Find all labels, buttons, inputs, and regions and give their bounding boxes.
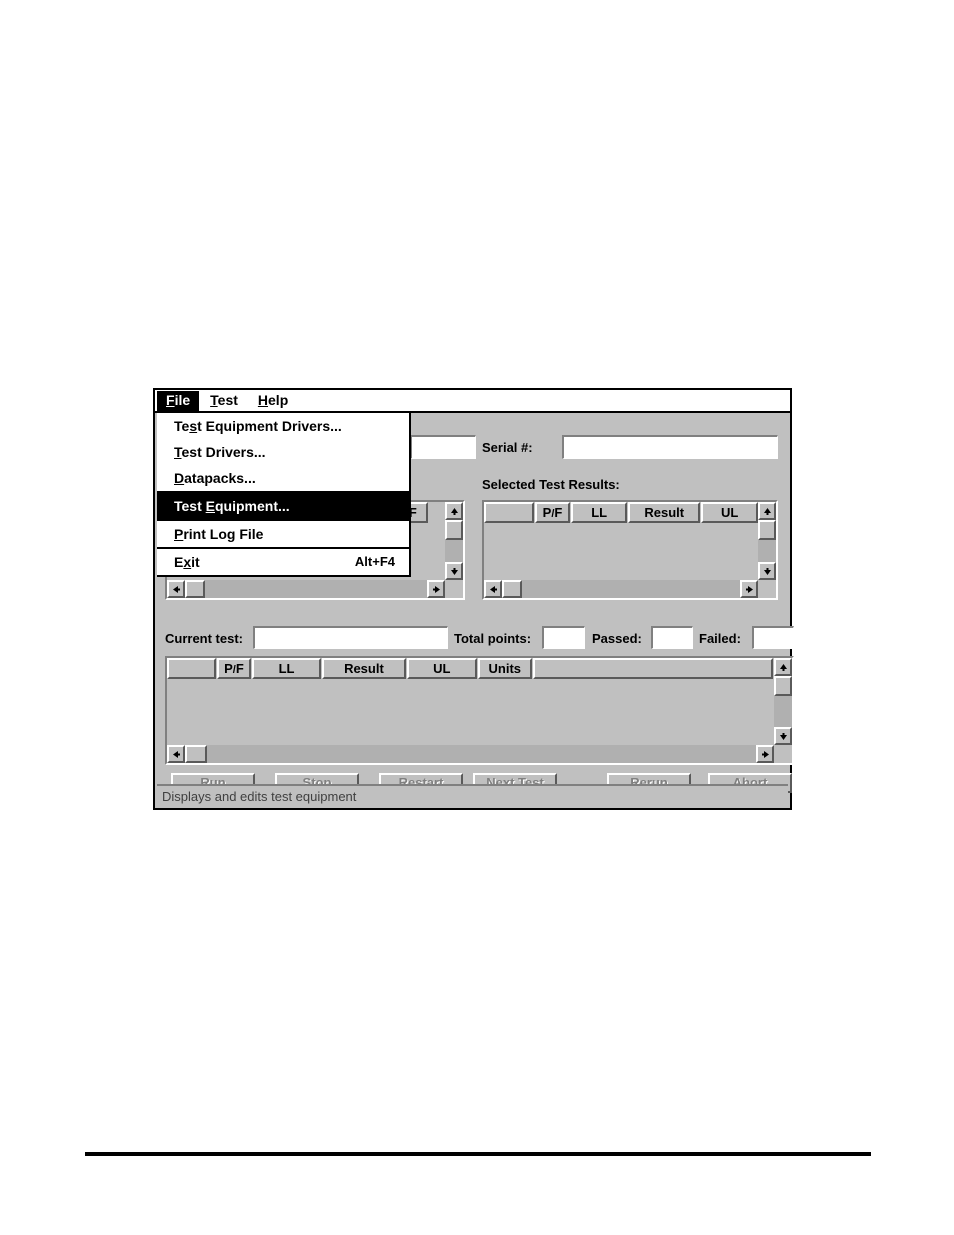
selected-test-results-label: Selected Test Results: bbox=[482, 477, 620, 492]
menu-item-exit[interactable]: Exit Alt+F4 bbox=[157, 547, 409, 575]
current-test-grid: P/F LL Result UL Units bbox=[165, 656, 794, 765]
selected-test-results-grid: P/F LL Result UL bbox=[482, 500, 778, 600]
hscroll-thumb[interactable] bbox=[185, 745, 207, 763]
passed-field[interactable] bbox=[651, 626, 693, 649]
hscroll-track[interactable] bbox=[167, 745, 774, 763]
current-col-pf[interactable]: P/F bbox=[216, 658, 252, 679]
current-col-units[interactable]: Units bbox=[477, 658, 533, 679]
current-col-filler[interactable] bbox=[533, 658, 773, 679]
scroll-down-icon[interactable] bbox=[774, 727, 792, 745]
hscroll-thumb[interactable] bbox=[185, 580, 205, 598]
current-test-field[interactable] bbox=[253, 626, 448, 649]
results-col-result[interactable]: Result bbox=[627, 502, 701, 523]
scroll-left-icon[interactable] bbox=[167, 745, 185, 763]
hscroll-thumb[interactable] bbox=[502, 580, 522, 598]
selected-results-grid-header: P/F LL Result UL bbox=[484, 502, 759, 523]
current-test-vscrollbar[interactable] bbox=[774, 658, 792, 745]
scroll-up-icon[interactable] bbox=[774, 658, 792, 676]
selected-results-vscrollbar[interactable] bbox=[758, 502, 776, 580]
failed-label: Failed: bbox=[699, 631, 741, 646]
serial-field[interactable] bbox=[562, 435, 778, 459]
results-col-ll[interactable]: LL bbox=[571, 502, 627, 523]
current-col-ll[interactable]: LL bbox=[252, 658, 321, 679]
hscroll-track[interactable] bbox=[167, 580, 445, 598]
results-col-pf[interactable]: P/F bbox=[534, 502, 571, 523]
scroll-right-icon[interactable] bbox=[756, 745, 774, 763]
test-list-vscrollbar[interactable] bbox=[445, 502, 463, 580]
status-bar: Displays and edits test equipment bbox=[157, 784, 788, 806]
menu-item-datapacks[interactable]: Datapacks... bbox=[157, 465, 409, 491]
test-list-hscrollbar[interactable] bbox=[167, 580, 445, 598]
current-col-ul[interactable]: UL bbox=[407, 658, 477, 679]
total-points-label: Total points: bbox=[454, 631, 532, 646]
vscroll-thumb[interactable] bbox=[774, 676, 792, 696]
menu-item-test-equipment[interactable]: Test Equipment... bbox=[157, 491, 409, 519]
scroll-right-icon[interactable] bbox=[740, 580, 758, 598]
current-test-hscrollbar[interactable] bbox=[167, 745, 774, 763]
current-test-grid-header: P/F LL Result UL Units bbox=[167, 658, 774, 679]
menu-item-test-equipment-drivers[interactable]: Test Equipment Drivers... bbox=[157, 413, 409, 439]
hscroll-track[interactable] bbox=[484, 580, 758, 598]
total-points-field[interactable] bbox=[542, 626, 585, 649]
failed-field[interactable] bbox=[752, 626, 794, 649]
menu-accel-exit: Alt+F4 bbox=[354, 554, 395, 569]
scroll-up-icon[interactable] bbox=[758, 502, 776, 520]
menubar-item-help[interactable]: Help bbox=[249, 391, 297, 411]
file-dropdown-menu: Test Equipment Drivers... Test Drivers..… bbox=[157, 413, 411, 577]
passed-label: Passed: bbox=[592, 631, 642, 646]
selected-results-hscrollbar[interactable] bbox=[484, 580, 758, 598]
status-bar-text: Displays and edits test equipment bbox=[162, 789, 357, 804]
results-col-blank[interactable] bbox=[484, 502, 534, 523]
menu-item-test-drivers[interactable]: Test Drivers... bbox=[157, 439, 409, 465]
scroll-right-icon[interactable] bbox=[427, 580, 445, 598]
serial-label: Serial #: bbox=[482, 440, 533, 455]
scroll-left-icon[interactable] bbox=[167, 580, 185, 598]
menubar-item-test[interactable]: Test bbox=[201, 391, 247, 411]
vscroll-thumb[interactable] bbox=[445, 520, 463, 540]
scroll-left-icon[interactable] bbox=[484, 580, 502, 598]
scroll-down-icon[interactable] bbox=[758, 562, 776, 580]
menu-item-print-log-file[interactable]: Print Log File bbox=[157, 519, 409, 547]
page-footer-rule bbox=[85, 1152, 871, 1156]
test-executive-window: File Test Help Test Equipment Drivers...… bbox=[153, 388, 794, 810]
results-col-ul[interactable]: UL bbox=[701, 502, 759, 523]
current-col-result[interactable]: Result bbox=[321, 658, 407, 679]
vscroll-thumb[interactable] bbox=[758, 520, 776, 540]
scroll-down-icon[interactable] bbox=[445, 562, 463, 580]
model-field[interactable] bbox=[410, 435, 476, 459]
current-test-label: Current test: bbox=[165, 631, 244, 646]
menubar-item-file[interactable]: File bbox=[157, 390, 200, 411]
current-col-blank[interactable] bbox=[167, 658, 216, 679]
scroll-up-icon[interactable] bbox=[445, 502, 463, 520]
menu-bar: File Test Help bbox=[155, 390, 790, 413]
